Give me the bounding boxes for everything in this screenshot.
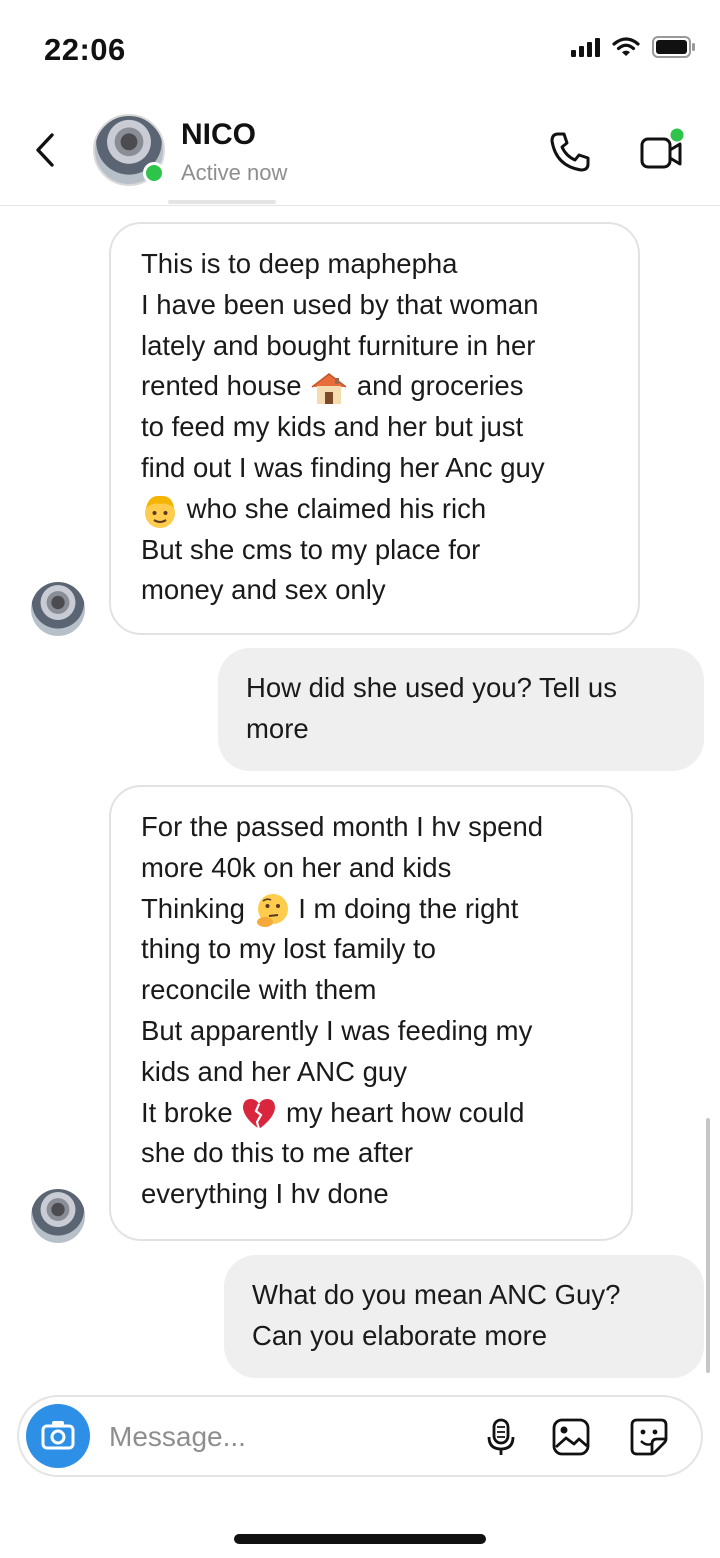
message-line: everything I hv done (141, 1178, 389, 1210)
message-line: Thinking I m doing the right (141, 889, 603, 930)
thinking-emoji-icon (256, 894, 288, 928)
activity-status: Active now (181, 160, 288, 185)
message-line: But she cms to my place for (141, 533, 481, 565)
scrollbar[interactable] (706, 1118, 710, 1373)
message-line: What do you mean ANC Guy? (252, 1279, 621, 1310)
chat-header: NICO Active now (0, 100, 720, 206)
message-line: For the passed month I hv spend (141, 811, 544, 842)
incoming-message[interactable]: This is to deep maphepha I have been use… (109, 222, 640, 635)
message-line: rented house and groceries (141, 366, 610, 407)
battery-icon (652, 36, 695, 58)
status-bar: 22:06 (0, 0, 720, 100)
message-line: to feed my kids and her but just (141, 411, 524, 443)
face-emoji-icon (145, 495, 175, 528)
video-call-icon[interactable] (637, 128, 685, 176)
incoming-message[interactable]: For the passed month I hv spend more 40k… (109, 785, 633, 1241)
message-composer (17, 1395, 703, 1477)
message-line: But apparently I was feeding my (141, 1014, 533, 1046)
message-line: reconcile with them (141, 974, 377, 1006)
sender-avatar[interactable] (31, 1189, 85, 1243)
contact-name[interactable]: NICO (181, 118, 256, 152)
status-icons (571, 36, 696, 58)
message-line: kids and her ANC guy (141, 1055, 407, 1087)
sender-avatar[interactable] (31, 582, 85, 636)
home-indicator[interactable] (234, 1534, 486, 1544)
message-line: lately and bought furniture in her (141, 329, 536, 361)
house-emoji-icon (311, 373, 347, 405)
gallery-icon[interactable] (551, 1417, 591, 1457)
outgoing-message[interactable]: What do you mean ANC Guy? Can you elabor… (224, 1255, 704, 1378)
message-line: who she claimed his rich (141, 489, 610, 530)
signal-icon (571, 37, 600, 57)
camera-icon (41, 1421, 75, 1450)
message-line: This is to deep maphepha (141, 248, 458, 279)
message-line: Can you elaborate more (252, 1319, 548, 1351)
message-line: How did she used you? Tell us (246, 672, 617, 703)
message-line: money and sex only (141, 574, 386, 606)
sticker-icon[interactable] (629, 1417, 669, 1457)
message-input[interactable] (109, 1419, 469, 1455)
message-line: find out I was finding her Anc guy (141, 451, 545, 483)
broken-heart-emoji-icon (243, 1099, 276, 1130)
back-icon[interactable] (30, 130, 60, 170)
message-line: more (246, 712, 309, 744)
outgoing-message[interactable]: How did she used you? Tell us more (218, 648, 704, 771)
previous-message-edge (168, 200, 276, 204)
phone-icon[interactable] (546, 128, 594, 176)
message-line: It broke my heart how could (141, 1093, 603, 1134)
status-time: 22:06 (44, 32, 126, 67)
message-line: thing to my lost family to (141, 933, 436, 965)
camera-button[interactable] (26, 1404, 90, 1468)
wifi-icon (612, 37, 640, 56)
microphone-icon[interactable] (481, 1417, 521, 1457)
message-line: more 40k on her and kids (141, 851, 452, 883)
message-line: I have been used by that woman (141, 288, 539, 320)
message-line: she do this to me after (141, 1137, 414, 1169)
online-indicator (143, 162, 165, 184)
